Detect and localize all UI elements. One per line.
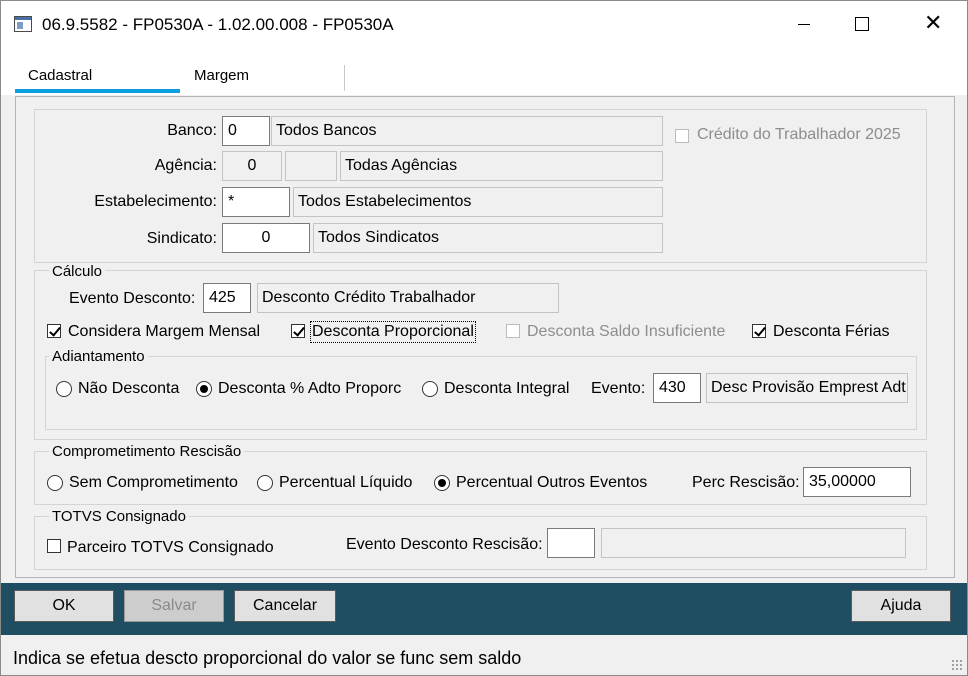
perc-rescisao-label: Perc Rescisão: <box>692 474 800 491</box>
minimize-button[interactable] <box>781 1 827 48</box>
status-text: Indica se efetua descto proporcional do … <box>13 648 522 668</box>
percentual-liquido-radio[interactable] <box>257 475 273 491</box>
button-bar: OK Salvar Cancelar Ajuda <box>1 583 967 635</box>
desconta-integral-radio[interactable] <box>422 381 438 397</box>
title-bar: 06.9.5582 - FP0530A - 1.02.00.008 - FP05… <box>1 1 967 48</box>
desconta-adto-proporc-label: Desconta % Adto Proporc <box>218 380 402 397</box>
totvs-consignado-group: TOTVS Consignado Parceiro TOTVS Consigna… <box>34 508 927 570</box>
active-tab-indicator <box>15 89 180 93</box>
nao-desconta-label: Não Desconta <box>78 380 180 397</box>
window-title: 06.9.5582 - FP0530A - 1.02.00.008 - FP05… <box>42 15 394 34</box>
desconta-adto-proporc-radio[interactable] <box>196 381 212 397</box>
sindicato-label: Sindicato: <box>146 230 217 247</box>
app-window-icon <box>14 16 32 32</box>
desconta-proporcional-label: Desconta Proporcional <box>310 321 476 343</box>
tab-cadastral[interactable]: Cadastral <box>28 67 92 84</box>
calculo-group: Cálculo Evento Desconto: 425 Desconto Cr… <box>34 263 927 440</box>
desconta-ferias-checkbox[interactable] <box>752 324 766 338</box>
adiantamento-legend: Adiantamento <box>49 348 148 365</box>
close-icon: ✕ <box>924 10 943 35</box>
cadastral-panel: Banco: 0 Todos Bancos Agência: 0 Todas A… <box>15 96 955 578</box>
agencia-label: Agência: <box>154 157 217 174</box>
sindicato-description: Todos Sindicatos <box>313 223 663 253</box>
evento-desconto-rescisao-input[interactable] <box>547 528 595 558</box>
tab-strip: Cadastral Margem <box>1 48 967 95</box>
agencia-digit-input[interactable] <box>285 151 337 181</box>
percentual-liquido-label: Percentual Líquido <box>279 474 413 491</box>
totvs-consignado-legend: TOTVS Consignado <box>49 508 189 525</box>
tab-margem[interactable]: Margem <box>194 67 249 84</box>
adiantamento-evento-description: Desc Provisão Emprest Adt <box>706 373 908 403</box>
percentual-outros-eventos-label: Percentual Outros Eventos <box>456 474 648 491</box>
perc-rescisao-input[interactable]: 35,00000 <box>803 467 911 497</box>
minimize-icon <box>798 24 810 25</box>
sem-comprometimento-label: Sem Comprometimento <box>69 474 238 491</box>
considera-margem-label: Considera Margem Mensal <box>68 323 261 340</box>
status-bar: Indica se efetua descto proporcional do … <box>1 637 967 675</box>
credito-trabalhador-label: Crédito do Trabalhador 2025 <box>697 126 901 143</box>
credito-trabalhador-checkbox[interactable] <box>675 129 689 143</box>
comprometimento-rescisao-group: Comprometimento Rescisão Sem Comprometim… <box>34 443 927 505</box>
salvar-button[interactable]: Salvar <box>124 590 224 622</box>
sem-comprometimento-radio[interactable] <box>47 475 63 491</box>
filters-group: Banco: 0 Todos Bancos Agência: 0 Todas A… <box>34 109 927 263</box>
desconta-saldo-checkbox[interactable] <box>506 324 520 338</box>
tab-divider <box>344 65 345 91</box>
evento-desconto-input[interactable]: 425 <box>203 283 251 313</box>
maximize-icon <box>855 17 869 31</box>
adiantamento-evento-input[interactable]: 430 <box>653 373 701 403</box>
desconta-integral-label: Desconta Integral <box>444 380 570 397</box>
parceiro-consignado-label: Parceiro TOTVS Consignado <box>67 539 274 556</box>
evento-desconto-rescisao-description <box>601 528 906 558</box>
agencia-description: Todas Agências <box>340 151 663 181</box>
banco-input[interactable]: 0 <box>222 116 270 146</box>
banco-description: Todos Bancos <box>271 116 663 146</box>
nao-desconta-radio[interactable] <box>56 381 72 397</box>
parceiro-consignado-checkbox[interactable] <box>47 539 61 553</box>
maximize-button[interactable] <box>839 1 885 48</box>
estabelecimento-label: Estabelecimento: <box>94 193 217 210</box>
adiantamento-evento-label: Evento: <box>591 380 646 397</box>
evento-desconto-rescisao-label: Evento Desconto Rescisão: <box>346 536 543 553</box>
desconta-saldo-label: Desconta Saldo Insuficiente <box>527 323 726 340</box>
banco-label: Banco: <box>167 122 217 139</box>
considera-margem-checkbox[interactable] <box>47 324 61 338</box>
resize-grip-icon[interactable] <box>951 659 963 671</box>
calculo-legend: Cálculo <box>49 263 106 280</box>
evento-desconto-description: Desconto Crédito Trabalhador <box>257 283 559 313</box>
adiantamento-group: Adiantamento Não Desconta Desconta % Adt… <box>45 348 917 430</box>
ajuda-button[interactable]: Ajuda <box>851 590 951 622</box>
evento-desconto-label: Evento Desconto: <box>69 290 196 307</box>
comprometimento-rescisao-legend: Comprometimento Rescisão <box>49 443 245 460</box>
dialog-window: 06.9.5582 - FP0530A - 1.02.00.008 - FP05… <box>0 0 968 676</box>
agencia-input[interactable]: 0 <box>222 151 282 181</box>
desconta-ferias-label: Desconta Férias <box>773 323 890 340</box>
estabelecimento-input[interactable]: * <box>222 187 290 217</box>
estabelecimento-description: Todos Estabelecimentos <box>293 187 663 217</box>
ok-button[interactable]: OK <box>14 590 114 622</box>
percentual-outros-eventos-radio[interactable] <box>434 475 450 491</box>
cancelar-button[interactable]: Cancelar <box>234 590 336 622</box>
desconta-proporcional-checkbox[interactable] <box>291 324 305 338</box>
close-button[interactable]: ✕ <box>911 1 957 48</box>
sindicato-input[interactable]: 0 <box>222 223 310 253</box>
